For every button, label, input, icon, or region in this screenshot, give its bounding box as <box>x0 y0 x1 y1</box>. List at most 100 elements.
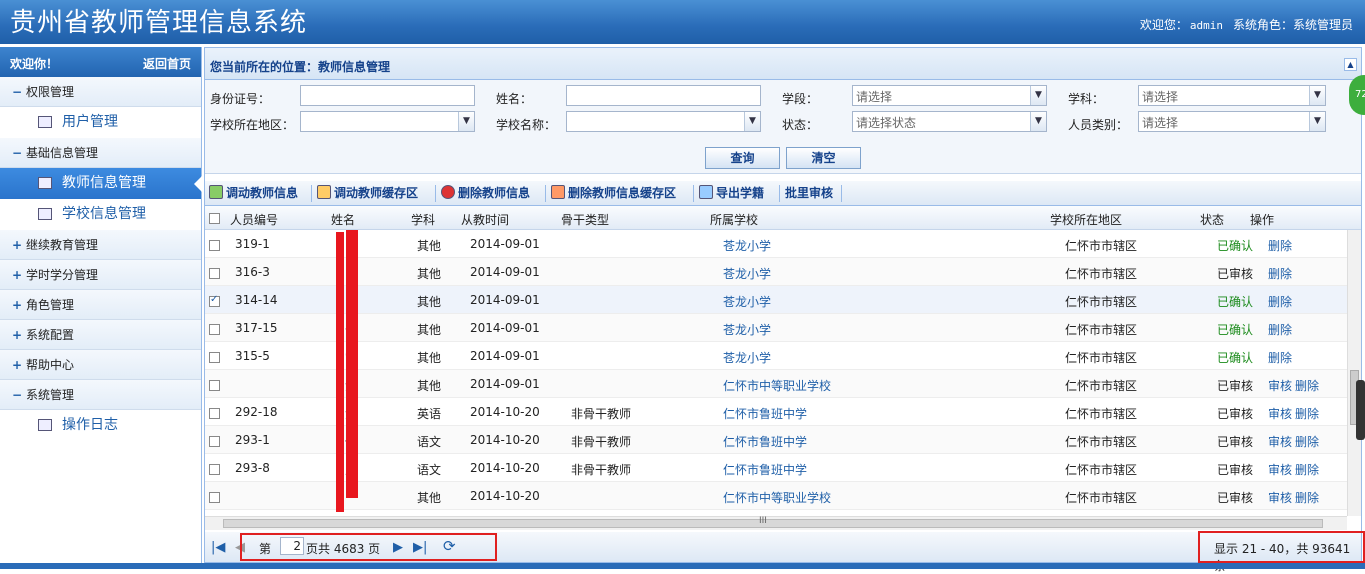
menu-icon <box>38 419 52 431</box>
transfer-button[interactable]: 调动教师信息 <box>209 184 298 203</box>
table-row[interactable]: 316-3 其他 2014-09-01 苍龙小学 仁怀市市辖区 已审核 删除 <box>205 258 1347 286</box>
table-row[interactable]: 319-1 其他 2014-09-01 苍龙小学 仁怀市市辖区 已确认 删除 <box>205 230 1347 258</box>
table-row[interactable]: 293-1俊语文2014-10-20非骨干教师仁怀市鲁班中学仁怀市市辖区已审核审… <box>205 426 1347 454</box>
cell-date: 2014-10-20 <box>470 405 540 419</box>
table-row[interactable]: 317-15云其他2014-09-01苍龙小学仁怀市市辖区已确认删除 <box>205 314 1347 342</box>
cell-date: 2014-10-20 <box>470 433 540 447</box>
school-select[interactable]: ▼ <box>566 111 761 132</box>
table-row[interactable]: 292-18波英语2014-10-20非骨干教师仁怀市鲁班中学仁怀市市辖区已审核… <box>205 398 1347 426</box>
review-link[interactable]: 审核 <box>1268 405 1292 422</box>
cell-school[interactable]: 苍龙小学 <box>723 265 771 282</box>
table-row[interactable]: 314-14 其他 2014-09-01 苍龙小学 仁怀市市辖区 已确认删除 <box>205 286 1347 314</box>
cell-school[interactable]: 苍龙小学 <box>723 321 771 338</box>
subject-select[interactable]: 请选择 ▼ <box>1138 85 1326 106</box>
delete-link[interactable]: 删除 <box>1268 237 1292 254</box>
sidebar-item[interactable]: 用户管理 <box>0 107 201 138</box>
col-name[interactable]: 姓名 <box>331 211 355 228</box>
delete-link[interactable]: 删除 <box>1268 321 1292 338</box>
col-school[interactable]: 所属学校 <box>710 211 758 228</box>
row-checkbox[interactable] <box>209 294 220 308</box>
sidebar-group[interactable]: + 学时学分管理 <box>0 260 201 290</box>
row-checkbox[interactable] <box>209 350 220 364</box>
sidebar-header: 欢迎你！ 返回首页 <box>0 47 201 77</box>
stage-select[interactable]: 请选择 ▼ <box>852 85 1047 106</box>
col-subject[interactable]: 学科 <box>411 211 435 228</box>
delete-button[interactable]: 删除教师信息 <box>441 184 530 203</box>
cell-school[interactable]: 苍龙小学 <box>723 293 771 310</box>
row-checkbox[interactable] <box>209 434 220 448</box>
sidebar-group[interactable]: + 角色管理 <box>0 290 201 320</box>
row-checkbox[interactable] <box>209 378 220 392</box>
transfer-cache-button[interactable]: 调动教师缓存区 <box>317 184 418 203</box>
name-input[interactable] <box>566 85 761 106</box>
role-label: 系统角色：系统管理员 <box>1232 18 1353 32</box>
sidebar-group[interactable]: + 继续教育管理 <box>0 230 201 260</box>
sidebar-item[interactable]: 教师信息管理 <box>0 168 202 199</box>
cell-school[interactable]: 苍龙小学 <box>723 237 771 254</box>
col-region[interactable]: 学校所在地区 <box>1050 211 1122 228</box>
delete-link[interactable]: 删除 <box>1295 461 1319 478</box>
row-checkbox[interactable] <box>209 322 220 336</box>
row-checkbox[interactable] <box>209 462 220 476</box>
col-status[interactable]: 状态 <box>1200 211 1224 228</box>
row-checkbox[interactable] <box>209 238 220 252</box>
sidebar-group[interactable]: + 帮助中心 <box>0 350 201 380</box>
cell-id: 317-15 <box>235 321 278 335</box>
review-link[interactable]: 审核 <box>1268 461 1292 478</box>
home-link[interactable]: 返回首页 <box>143 55 191 72</box>
cell-date: 2014-09-01 <box>470 265 540 279</box>
toolbar-divider <box>435 185 436 202</box>
type-select[interactable]: 请选择 ▼ <box>1138 111 1326 132</box>
review-link[interactable]: 审核 <box>1268 377 1292 394</box>
review-link[interactable]: 审核 <box>1268 489 1292 506</box>
row-checkbox[interactable] <box>209 406 220 420</box>
table-row[interactable]: 潇其他2014-09-01仁怀市中等职业学校仁怀市市辖区已审核审核删除 <box>205 370 1347 398</box>
col-date[interactable]: 从教时间 <box>461 211 509 228</box>
delete-link[interactable]: 删除 <box>1268 265 1292 282</box>
cell-id: 315-5 <box>235 349 270 363</box>
cell-school[interactable]: 仁怀市鲁班中学 <box>723 433 807 450</box>
table-row[interactable]: 293-8之语文2014-10-20非骨干教师仁怀市鲁班中学仁怀市市辖区已审核审… <box>205 454 1347 482</box>
collapse-icon[interactable]: ▲ <box>1344 58 1357 71</box>
first-page-icon[interactable]: |◀ <box>211 540 225 555</box>
delete-link[interactable]: 删除 <box>1295 405 1319 422</box>
sidebar-group[interactable]: − 权限管理 <box>0 77 201 107</box>
row-checkbox[interactable] <box>209 266 220 280</box>
review-link[interactable]: 审核 <box>1268 433 1292 450</box>
delete-cache-button[interactable]: 删除教师信息缓存区 <box>551 184 676 203</box>
batch-review-button[interactable]: 批里审核 <box>785 184 833 203</box>
sidebar-group[interactable]: − 系统管理 <box>0 380 201 410</box>
sidebar-group-label: 继续教育管理 <box>26 238 99 252</box>
cell-school[interactable]: 仁怀市中等职业学校 <box>723 489 831 506</box>
delete-link[interactable]: 删除 <box>1268 293 1292 310</box>
delete-link[interactable]: 删除 <box>1295 489 1319 506</box>
vertical-scrollbar[interactable] <box>1347 230 1361 516</box>
cell-school[interactable]: 仁怀市中等职业学校 <box>723 377 831 394</box>
delete-link[interactable]: 删除 <box>1295 377 1319 394</box>
col-id[interactable]: 人员编号 <box>230 211 278 228</box>
cell-status: 已审核 <box>1217 463 1254 477</box>
row-checkbox[interactable] <box>209 490 220 504</box>
cell-school[interactable]: 仁怀市鲁班中学 <box>723 461 807 478</box>
region-select[interactable]: ▼ <box>300 111 475 132</box>
sidebar-item[interactable]: 操作日志 <box>0 410 201 441</box>
cell-school[interactable]: 仁怀市鲁班中学 <box>723 405 807 422</box>
redaction-mark <box>346 230 358 498</box>
table-row[interactable]: 其他 2014-10-20 仁怀市中等职业学校 仁怀市市辖区 已审核 审核 删除 <box>205 482 1347 510</box>
scroll-thumb[interactable]: III <box>223 516 1323 528</box>
col-type[interactable]: 骨干类型 <box>561 211 609 228</box>
table-row[interactable]: 315-5霞其他2014-09-01苍龙小学仁怀市市辖区已确认删除 <box>205 342 1347 370</box>
sidebar-group[interactable]: − 基础信息管理 <box>0 138 201 168</box>
select-all-checkbox[interactable] <box>209 211 220 225</box>
clear-button[interactable]: 清空 <box>786 147 861 169</box>
sidebar-group[interactable]: + 系统配置 <box>0 320 201 350</box>
horizontal-scrollbar[interactable]: III <box>205 516 1347 530</box>
query-button[interactable]: 查询 <box>705 147 780 169</box>
delete-link[interactable]: 删除 <box>1268 349 1292 366</box>
delete-link[interactable]: 删除 <box>1295 433 1319 450</box>
export-button[interactable]: 导出学籍 <box>699 184 764 203</box>
sidebar-item[interactable]: 学校信息管理 <box>0 199 201 230</box>
cell-school[interactable]: 苍龙小学 <box>723 349 771 366</box>
id-input[interactable] <box>300 85 475 106</box>
status-select[interactable]: 请选择状态 ▼ <box>852 111 1047 132</box>
